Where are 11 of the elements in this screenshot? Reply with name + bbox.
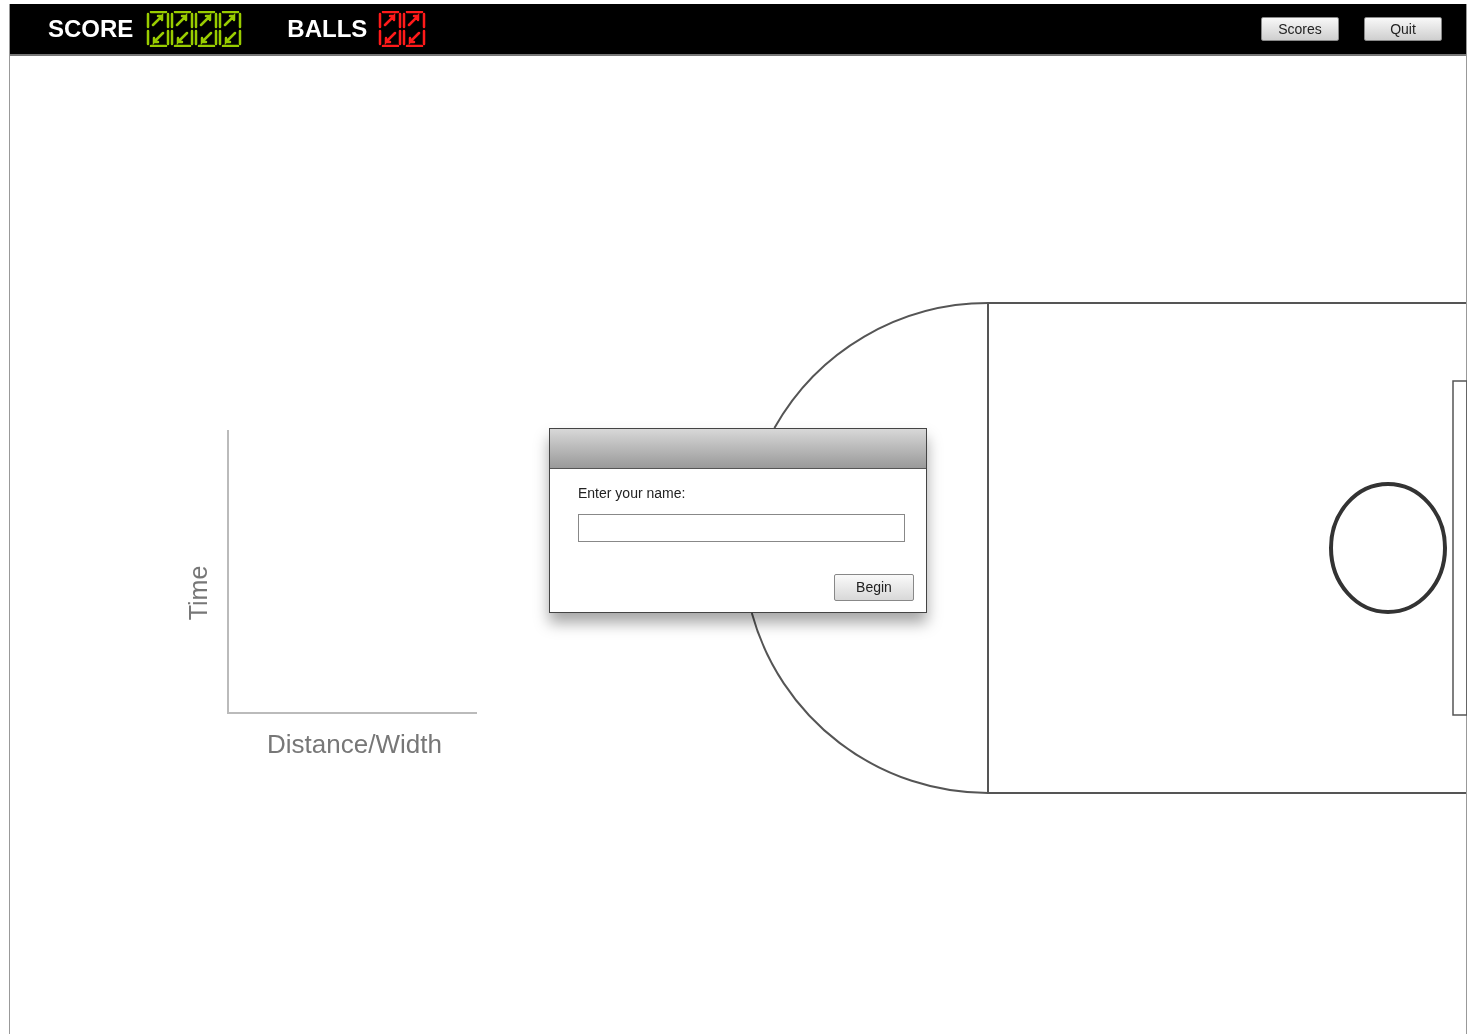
begin-button[interactable]: Begin (834, 574, 914, 601)
name-input-field[interactable] (578, 514, 905, 542)
y-axis-label: Time (185, 565, 211, 621)
balls-display-icon (377, 11, 428, 47)
toolbar-button[interactable]: Scores (1261, 17, 1339, 41)
score-display-icon (145, 11, 244, 47)
toolbar-button[interactable]: Quit (1364, 17, 1442, 41)
x-axis-label: Distance/Width (267, 731, 442, 757)
score-label: SCORE (48, 14, 134, 44)
name-label: Enter your name: (578, 484, 687, 503)
balls-label: BALLS (287, 14, 368, 44)
